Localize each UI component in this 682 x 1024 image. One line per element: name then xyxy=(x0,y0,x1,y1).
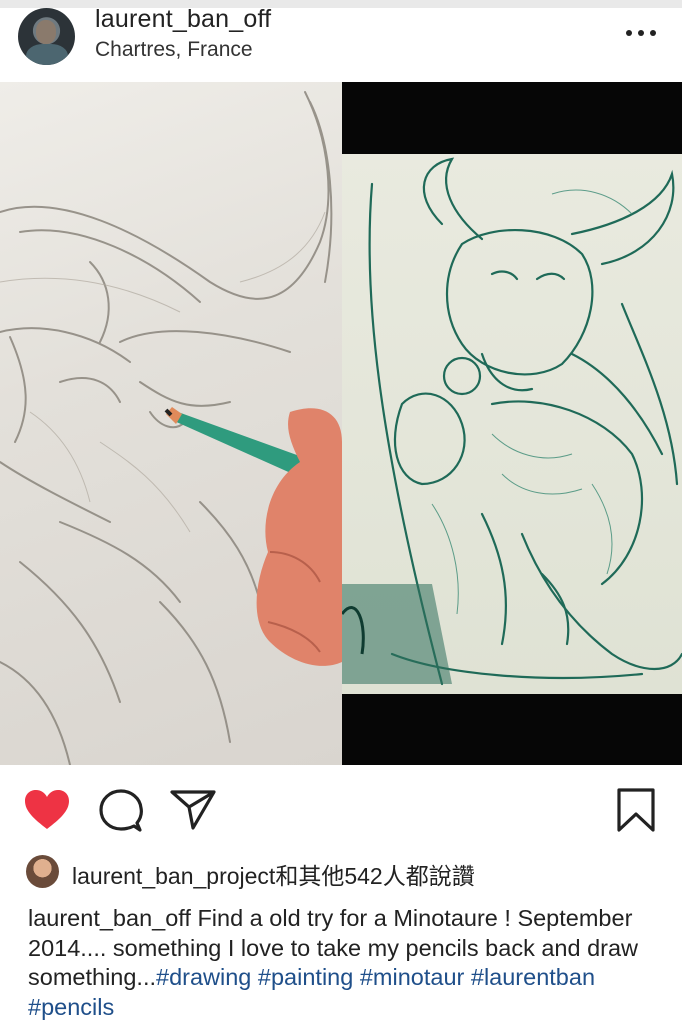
profile-avatar[interactable] xyxy=(18,8,75,65)
post-username[interactable]: laurent_ban_off xyxy=(95,5,271,34)
action-bar xyxy=(0,765,682,845)
comment-icon[interactable] xyxy=(99,789,143,833)
sketch-photo-left xyxy=(0,82,342,765)
post-location[interactable]: Chartres, France xyxy=(95,38,253,62)
likes-count[interactable]: laurent_ban_project和其他542人都說讚 xyxy=(72,857,475,891)
liker-avatar[interactable] xyxy=(26,855,59,888)
hashtag-minotaur[interactable]: #minotaur xyxy=(360,964,465,990)
hashtag-pencils[interactable]: #pencils xyxy=(28,994,114,1020)
more-options-icon[interactable] xyxy=(626,28,656,38)
share-icon[interactable] xyxy=(170,789,216,831)
drawing-paper xyxy=(340,154,682,694)
hashtag-painting[interactable]: #painting xyxy=(258,964,353,990)
hashtag-drawing[interactable]: #drawing xyxy=(156,964,251,990)
heart-icon[interactable] xyxy=(24,789,70,831)
post-image[interactable] xyxy=(0,82,682,765)
caption-username[interactable]: laurent_ban_off xyxy=(28,905,191,931)
bookmark-icon[interactable] xyxy=(616,788,656,832)
post-header: laurent_ban_off Chartres, France xyxy=(0,0,682,80)
hashtag-laurentban[interactable]: #laurentban xyxy=(471,964,595,990)
post-caption: laurent_ban_off Find a old try for a Min… xyxy=(28,904,668,1022)
likes-row[interactable]: laurent_ban_project和其他542人都說讚 xyxy=(26,854,666,890)
drawing-photo-right xyxy=(340,82,682,765)
